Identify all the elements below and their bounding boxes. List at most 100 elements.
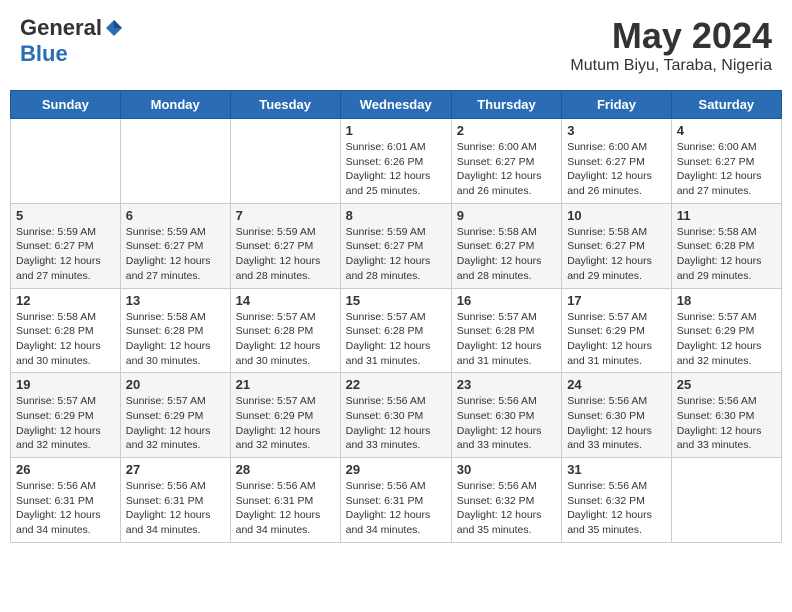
day-info: Sunrise: 5:58 AM Sunset: 6:27 PM Dayligh… [457,225,556,284]
calendar-day-cell: 2 Sunrise: 6:00 AM Sunset: 6:27 PM Daylig… [451,119,561,204]
day-info: Sunrise: 5:56 AM Sunset: 6:30 PM Dayligh… [567,394,666,453]
calendar-day-cell [230,119,340,204]
day-info: Sunrise: 5:56 AM Sunset: 6:31 PM Dayligh… [16,479,115,538]
day-info: Sunrise: 5:58 AM Sunset: 6:27 PM Dayligh… [567,225,666,284]
day-number: 15 [346,293,446,308]
day-number: 7 [236,208,335,223]
day-of-week-header: Monday [120,91,230,119]
day-info: Sunrise: 5:57 AM Sunset: 6:29 PM Dayligh… [16,394,115,453]
day-number: 5 [16,208,115,223]
calendar-day-cell: 13 Sunrise: 5:58 AM Sunset: 6:28 PM Dayli… [120,288,230,373]
calendar-day-cell: 19 Sunrise: 5:57 AM Sunset: 6:29 PM Dayli… [11,373,121,458]
day-of-week-header: Thursday [451,91,561,119]
calendar-day-cell [11,119,121,204]
day-of-week-header: Tuesday [230,91,340,119]
calendar-day-cell [671,458,781,543]
day-info: Sunrise: 5:58 AM Sunset: 6:28 PM Dayligh… [126,310,225,369]
day-number: 9 [457,208,556,223]
day-info: Sunrise: 5:56 AM Sunset: 6:31 PM Dayligh… [236,479,335,538]
day-number: 6 [126,208,225,223]
day-number: 24 [567,377,666,392]
day-number: 29 [346,462,446,477]
calendar-week-row: 12 Sunrise: 5:58 AM Sunset: 6:28 PM Dayli… [11,288,782,373]
location-subtitle: Mutum Biyu, Taraba, Nigeria [570,57,772,75]
calendar-day-cell: 10 Sunrise: 5:58 AM Sunset: 6:27 PM Dayli… [562,203,672,288]
day-number: 23 [457,377,556,392]
calendar-week-row: 19 Sunrise: 5:57 AM Sunset: 6:29 PM Dayli… [11,373,782,458]
day-number: 10 [567,208,666,223]
day-number: 1 [346,123,446,138]
calendar-day-cell [120,119,230,204]
calendar-day-cell: 9 Sunrise: 5:58 AM Sunset: 6:27 PM Daylig… [451,203,561,288]
calendar-day-cell: 1 Sunrise: 6:01 AM Sunset: 6:26 PM Daylig… [340,119,451,204]
day-number: 18 [677,293,776,308]
logo-icon [104,18,124,38]
calendar-week-row: 1 Sunrise: 6:01 AM Sunset: 6:26 PM Daylig… [11,119,782,204]
calendar-day-cell: 11Sunrise: 5:58 AM Sunset: 6:28 PM Dayli… [671,203,781,288]
day-info: Sunrise: 5:57 AM Sunset: 6:28 PM Dayligh… [236,310,335,369]
day-info: Sunrise: 5:57 AM Sunset: 6:29 PM Dayligh… [567,310,666,369]
day-number: 21 [236,377,335,392]
day-info: Sunrise: 5:59 AM Sunset: 6:27 PM Dayligh… [346,225,446,284]
calendar-day-cell: 6 Sunrise: 5:59 AM Sunset: 6:27 PM Daylig… [120,203,230,288]
day-info: Sunrise: 5:59 AM Sunset: 6:27 PM Dayligh… [126,225,225,284]
calendar-day-cell: 15 Sunrise: 5:57 AM Sunset: 6:28 PM Dayli… [340,288,451,373]
month-year-title: May 2024 [570,15,772,57]
calendar-day-cell: 12 Sunrise: 5:58 AM Sunset: 6:28 PM Dayli… [11,288,121,373]
day-of-week-header: Friday [562,91,672,119]
calendar-day-cell: 14 Sunrise: 5:57 AM Sunset: 6:28 PM Dayli… [230,288,340,373]
day-info: Sunrise: 5:56 AM Sunset: 6:30 PM Dayligh… [346,394,446,453]
calendar-day-cell: 5Sunrise: 5:59 AM Sunset: 6:27 PM Daylig… [11,203,121,288]
calendar-header-row: SundayMondayTuesdayWednesdayThursdayFrid… [11,91,782,119]
day-number: 13 [126,293,225,308]
calendar-day-cell: 22 Sunrise: 5:56 AM Sunset: 6:30 PM Dayli… [340,373,451,458]
calendar-day-cell: 26 Sunrise: 5:56 AM Sunset: 6:31 PM Dayli… [11,458,121,543]
calendar-day-cell: 30 Sunrise: 5:56 AM Sunset: 6:32 PM Dayli… [451,458,561,543]
day-number: 3 [567,123,666,138]
calendar-day-cell: 4Sunrise: 6:00 AM Sunset: 6:27 PM Daylig… [671,119,781,204]
calendar-day-cell: 16Sunrise: 5:57 AM Sunset: 6:28 PM Dayli… [451,288,561,373]
day-info: Sunrise: 5:57 AM Sunset: 6:29 PM Dayligh… [126,394,225,453]
day-info: Sunrise: 5:56 AM Sunset: 6:30 PM Dayligh… [457,394,556,453]
day-number: 14 [236,293,335,308]
calendar-day-cell: 20 Sunrise: 5:57 AM Sunset: 6:29 PM Dayli… [120,373,230,458]
title-section: May 2024 Mutum Biyu, Taraba, Nigeria [570,15,772,75]
day-number: 31 [567,462,666,477]
day-info: Sunrise: 5:56 AM Sunset: 6:31 PM Dayligh… [126,479,225,538]
day-info: Sunrise: 6:01 AM Sunset: 6:26 PM Dayligh… [346,140,446,199]
day-info: Sunrise: 5:56 AM Sunset: 6:31 PM Dayligh… [346,479,446,538]
day-info: Sunrise: 5:59 AM Sunset: 6:27 PM Dayligh… [236,225,335,284]
day-number: 22 [346,377,446,392]
calendar-table: SundayMondayTuesdayWednesdayThursdayFrid… [10,90,782,543]
day-number: 30 [457,462,556,477]
day-info: Sunrise: 6:00 AM Sunset: 6:27 PM Dayligh… [457,140,556,199]
calendar-day-cell: 8 Sunrise: 5:59 AM Sunset: 6:27 PM Daylig… [340,203,451,288]
calendar-week-row: 26 Sunrise: 5:56 AM Sunset: 6:31 PM Dayli… [11,458,782,543]
calendar-day-cell: 3 Sunrise: 6:00 AM Sunset: 6:27 PM Daylig… [562,119,672,204]
day-number: 2 [457,123,556,138]
day-info: Sunrise: 6:00 AM Sunset: 6:27 PM Dayligh… [677,140,776,199]
day-number: 12 [16,293,115,308]
calendar-day-cell: 18 Sunrise: 5:57 AM Sunset: 6:29 PM Dayli… [671,288,781,373]
day-info: Sunrise: 5:56 AM Sunset: 6:32 PM Dayligh… [567,479,666,538]
day-number: 20 [126,377,225,392]
calendar-day-cell: 27Sunrise: 5:56 AM Sunset: 6:31 PM Dayli… [120,458,230,543]
day-number: 25 [677,377,776,392]
day-number: 8 [346,208,446,223]
calendar-week-row: 5 Sunrise: 5:59 AM Sunset: 6:27 PM Daylig… [11,203,782,288]
day-number: 19 [16,377,115,392]
calendar-day-cell: 17Sunrise: 5:57 AM Sunset: 6:29 PM Dayli… [562,288,672,373]
logo-general-text: General [20,15,102,41]
calendar-day-cell: 31 Sunrise: 5:56 AM Sunset: 6:32 PM Dayli… [562,458,672,543]
day-info: Sunrise: 6:00 AM Sunset: 6:27 PM Dayligh… [567,140,666,199]
day-of-week-header: Wednesday [340,91,451,119]
day-info: Sunrise: 5:57 AM Sunset: 6:28 PM Dayligh… [346,310,446,369]
calendar-day-cell: 23 Sunrise: 5:56 AM Sunset: 6:30 PM Dayli… [451,373,561,458]
day-number: 26 [16,462,115,477]
calendar-day-cell: 24 Sunrise: 5:56 AM Sunset: 6:30 PM Dayli… [562,373,672,458]
day-info: Sunrise: 5:58 AM Sunset: 6:28 PM Dayligh… [16,310,115,369]
day-number: 16 [457,293,556,308]
day-info: Sunrise: 5:57 AM Sunset: 6:29 PM Dayligh… [677,310,776,369]
day-info: Sunrise: 5:56 AM Sunset: 6:32 PM Dayligh… [457,479,556,538]
day-info: Sunrise: 5:57 AM Sunset: 6:29 PM Dayligh… [236,394,335,453]
